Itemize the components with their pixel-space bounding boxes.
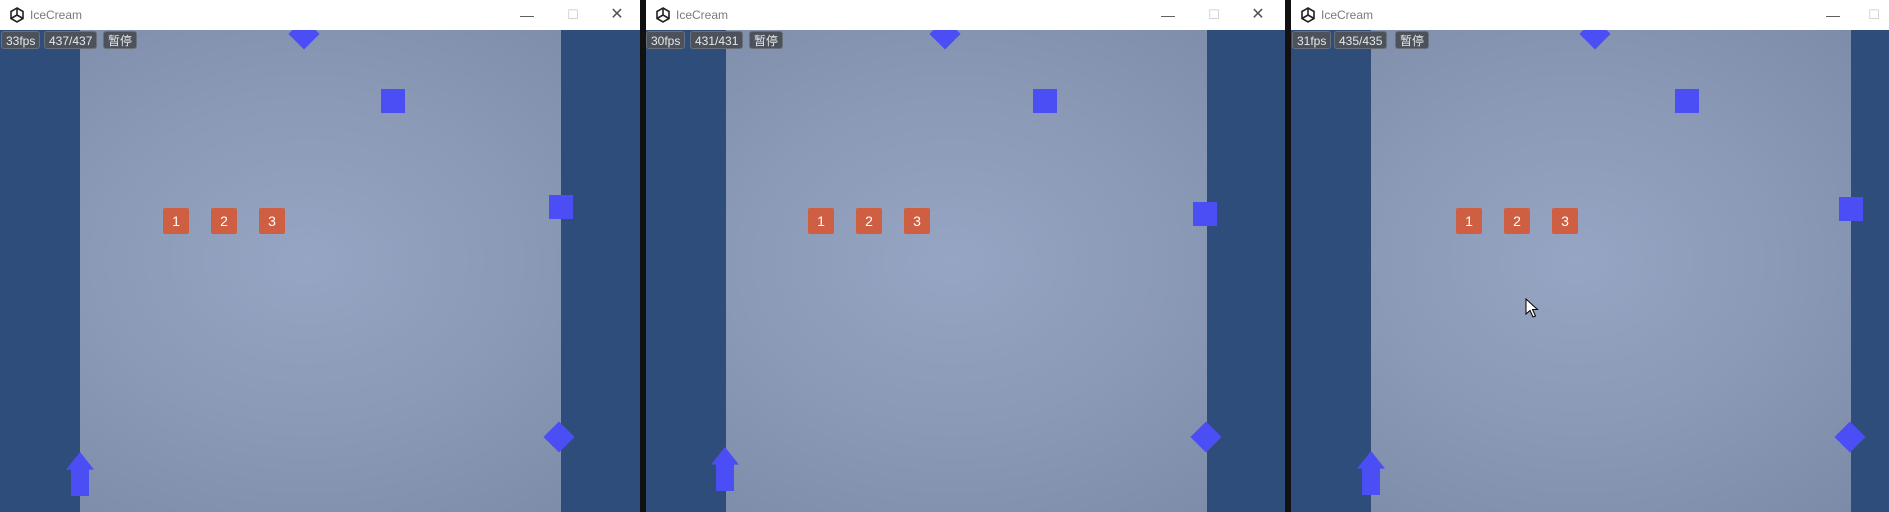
minimize-icon[interactable]: — bbox=[1145, 0, 1191, 30]
maximize-icon[interactable]: ☐ bbox=[1191, 0, 1237, 30]
close-icon[interactable]: ✕ bbox=[1235, 0, 1281, 30]
number-tile-2[interactable]: 2 bbox=[211, 208, 237, 234]
number-tile-1[interactable]: 1 bbox=[163, 208, 189, 234]
number-tile-3[interactable]: 3 bbox=[1552, 208, 1578, 234]
title-bar[interactable]: IceCream — ☐ bbox=[1291, 0, 1889, 30]
game-window-3: IceCream — ☐ 31fps 435/435 暂停 1 2 3 bbox=[1291, 0, 1889, 512]
number-tile-3[interactable]: 3 bbox=[259, 208, 285, 234]
number-tile-1[interactable]: 1 bbox=[808, 208, 834, 234]
left-side-band bbox=[646, 30, 726, 512]
minimize-icon[interactable]: — bbox=[504, 0, 550, 30]
unity-logo-icon bbox=[10, 7, 24, 23]
object-count: 435/435 bbox=[1334, 31, 1388, 49]
blue-square-shape bbox=[549, 195, 573, 219]
fps-counter: 30fps bbox=[646, 31, 686, 49]
blue-square-shape bbox=[1675, 89, 1699, 113]
blue-square-shape bbox=[1033, 89, 1057, 113]
maximize-icon[interactable]: ☐ bbox=[550, 0, 596, 30]
maximize-icon[interactable]: ☐ bbox=[1851, 0, 1889, 30]
game-window-2: IceCream — ☐ ✕ 30fps 431/431 暂停 1 2 3 bbox=[646, 0, 1285, 512]
left-side-band bbox=[0, 30, 80, 512]
game-viewport[interactable]: 31fps 435/435 暂停 1 2 3 bbox=[1291, 30, 1889, 512]
close-icon[interactable]: ✕ bbox=[594, 0, 640, 30]
window-title: IceCream bbox=[30, 8, 83, 22]
blue-square-shape bbox=[1193, 202, 1217, 226]
object-count: 431/431 bbox=[690, 31, 744, 49]
left-side-band bbox=[1291, 30, 1371, 512]
game-viewport[interactable]: 30fps 431/431 暂停 1 2 3 bbox=[646, 30, 1285, 512]
blue-square-shape bbox=[381, 89, 405, 113]
pause-button[interactable]: 暂停 bbox=[1395, 31, 1430, 49]
pause-button[interactable]: 暂停 bbox=[103, 31, 138, 49]
number-tile-2[interactable]: 2 bbox=[1504, 208, 1530, 234]
fps-counter: 33fps bbox=[1, 31, 41, 49]
blue-diamond-shape bbox=[929, 30, 961, 50]
number-tile-3[interactable]: 3 bbox=[904, 208, 930, 234]
blue-square-shape bbox=[1839, 197, 1863, 221]
window-title: IceCream bbox=[1321, 8, 1374, 22]
pause-button[interactable]: 暂停 bbox=[749, 31, 784, 49]
title-bar[interactable]: IceCream — ☐ ✕ bbox=[646, 0, 1285, 30]
blue-diamond-shape bbox=[1579, 30, 1611, 50]
object-count: 437/437 bbox=[44, 31, 98, 49]
blue-diamond-shape bbox=[288, 30, 320, 50]
window-title: IceCream bbox=[676, 8, 729, 22]
unity-logo-icon bbox=[656, 7, 670, 23]
title-bar[interactable]: IceCream — ☐ ✕ bbox=[0, 0, 640, 30]
mouse-pointer-icon bbox=[1525, 298, 1539, 318]
minimize-icon[interactable]: — bbox=[1810, 0, 1856, 30]
right-side-band bbox=[561, 30, 640, 512]
game-viewport[interactable]: 33fps 437/437 暂停 1 2 3 bbox=[0, 30, 640, 512]
unity-logo-icon bbox=[1301, 7, 1315, 23]
fps-counter: 31fps bbox=[1292, 31, 1332, 49]
game-window-1: IceCream — ☐ ✕ 33fps 437/437 暂停 1 2 3 bbox=[0, 0, 640, 512]
number-tile-1[interactable]: 1 bbox=[1456, 208, 1482, 234]
number-tile-2[interactable]: 2 bbox=[856, 208, 882, 234]
